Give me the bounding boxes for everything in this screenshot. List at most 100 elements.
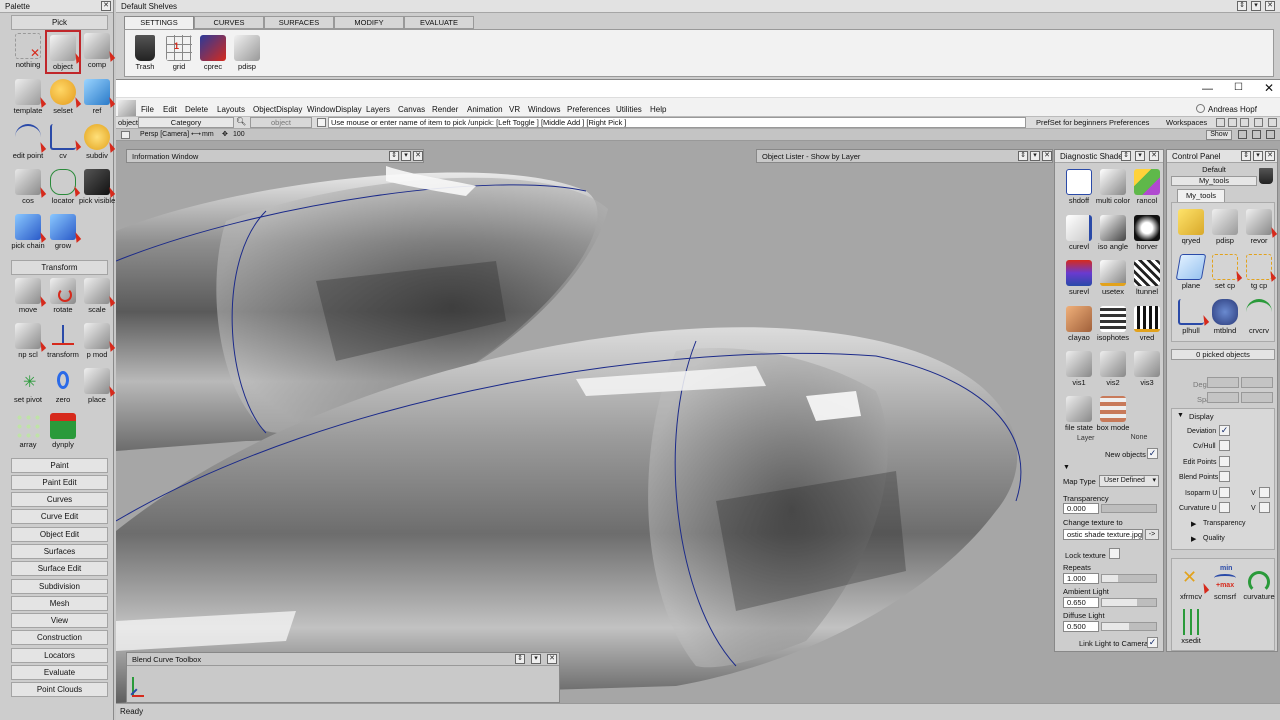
section-surfaces[interactable]: Surfaces	[11, 544, 108, 559]
shelf-trash[interactable]: Trash	[127, 32, 163, 76]
tool-cv[interactable]: cv	[45, 121, 82, 165]
ds-horver[interactable]: horver	[1129, 212, 1165, 256]
tool-nothing[interactable]: ✕ nothing	[10, 30, 46, 74]
menu-render[interactable]: Render	[432, 105, 458, 114]
section-view[interactable]: View	[11, 613, 108, 628]
ds-vis1[interactable]: vis1	[1061, 348, 1097, 392]
cp-trash-icon[interactable]	[1259, 168, 1273, 184]
ds-map-type-dropdown[interactable]: User Defined ▾	[1099, 475, 1159, 487]
cp-scmsrf[interactable]: min +max scmsrf	[1207, 562, 1243, 606]
menu-file[interactable]: File	[141, 105, 154, 114]
object-lister-window[interactable]: Object Lister - Show by Layer ⇕ ▾ ✕	[756, 149, 1053, 163]
ds-clayao[interactable]: clayao	[1061, 303, 1097, 347]
shelf-pdisp[interactable]: pdisp	[229, 32, 265, 76]
cp-blend-points-checkbox[interactable]	[1219, 471, 1230, 482]
tool-grow[interactable]: grow	[45, 211, 82, 255]
cp-close-icon[interactable]: ✕	[1265, 151, 1275, 161]
tool-scale[interactable]: scale	[79, 275, 116, 319]
ds-new-objects-checkbox[interactable]: ✓	[1147, 448, 1158, 459]
zoom-label[interactable]: 100	[233, 131, 245, 138]
menu-animation[interactable]: Animation	[467, 105, 503, 114]
tool-rotate[interactable]: rotate	[45, 275, 81, 319]
cp-preset-dropdown[interactable]: Default	[1171, 165, 1257, 175]
menu-utilities[interactable]: Utilities	[616, 105, 642, 114]
cp-curvature[interactable]: curvature	[1241, 562, 1277, 606]
tool-place[interactable]: place	[79, 365, 116, 409]
tool-np-scl[interactable]: np scl	[10, 320, 47, 364]
lister-dock-icon[interactable]: ⇕	[1018, 151, 1028, 161]
cp-spans-field-1[interactable]	[1207, 392, 1239, 403]
workspace-btn-4[interactable]	[1254, 118, 1263, 127]
ds-multi-color[interactable]: multi color	[1095, 166, 1131, 210]
ds-ltunnel[interactable]: ltunnel	[1129, 257, 1165, 301]
menu-layouts[interactable]: Layouts	[217, 105, 245, 114]
cp-plhull[interactable]: plhull	[1173, 296, 1210, 340]
tool-transform[interactable]: transform	[45, 320, 81, 364]
ds-box-mode[interactable]: box mode	[1095, 393, 1131, 437]
info-close-icon[interactable]: ✕	[413, 151, 423, 161]
shelf-cprec[interactable]: cprec	[195, 32, 231, 76]
menu-objectdisplay[interactable]: ObjectDisplay	[253, 105, 302, 114]
ds-texture-browse-button[interactable]: ->	[1145, 529, 1159, 540]
section-surface-edit[interactable]: Surface Edit	[11, 561, 108, 576]
ds-lock-texture-checkbox[interactable]	[1109, 548, 1120, 559]
cp-qryed[interactable]: qryed	[1173, 206, 1209, 250]
section-locators[interactable]: Locators	[11, 648, 108, 663]
cp-set-cp[interactable]: set cp	[1207, 251, 1243, 295]
ds-repeats-field[interactable]: 1.000	[1063, 573, 1099, 584]
blend-dock-icon[interactable]: ⇕	[515, 654, 525, 664]
info-menu-icon[interactable]: ▾	[401, 151, 411, 161]
tool-p-mod[interactable]: p mod	[79, 320, 116, 364]
tool-ref[interactable]: ref	[79, 76, 116, 120]
info-dock-icon[interactable]: ⇕	[389, 151, 399, 161]
information-window[interactable]: Information Window ⇕ ▾ ✕	[126, 149, 424, 163]
ds-iso-angle[interactable]: iso angle	[1095, 212, 1131, 256]
tool-pick-visible[interactable]: pick visible	[79, 166, 115, 210]
cp-isoparm-u-checkbox[interactable]	[1219, 487, 1230, 498]
ds-usetex[interactable]: usetex	[1095, 257, 1131, 301]
tool-zero[interactable]: zero	[45, 365, 81, 409]
shelf-grid[interactable]: 1 grid	[161, 32, 197, 76]
blend-menu-icon[interactable]: ▾	[531, 654, 541, 664]
view-btn-2[interactable]	[1252, 130, 1261, 139]
object-name-field[interactable]: object	[250, 117, 312, 128]
cp-picked-objects[interactable]: 0 picked objects	[1171, 349, 1275, 360]
section-point-clouds[interactable]: Point Clouds	[11, 682, 108, 697]
section-curve-edit[interactable]: Curve Edit	[11, 509, 108, 524]
tool-pick-chain[interactable]: pick chain	[10, 211, 47, 255]
ds-layer-value[interactable]: None	[1121, 434, 1157, 442]
tab-curves[interactable]: CURVES	[194, 16, 264, 29]
ds-file-state[interactable]: file state	[1061, 393, 1097, 437]
show-button[interactable]: Show	[1206, 130, 1232, 140]
tool-move[interactable]: move	[10, 275, 47, 319]
lister-menu-icon[interactable]: ▾	[1030, 151, 1040, 161]
section-object-edit[interactable]: Object Edit	[11, 527, 108, 542]
blend-close-icon[interactable]: ✕	[547, 654, 557, 664]
ds-dock-icon[interactable]: ⇕	[1121, 151, 1131, 161]
ds-transparency-field[interactable]: 0.000	[1063, 503, 1099, 514]
tool-array[interactable]: array	[10, 410, 46, 454]
cp-transparency-expand-icon[interactable]: ▶	[1191, 520, 1196, 528]
cp-deviation-checkbox[interactable]: ✓	[1219, 425, 1230, 436]
ds-texture-field[interactable]: ostic shade texture.jpg	[1063, 529, 1143, 540]
ds-surevl[interactable]: surevl	[1061, 257, 1097, 301]
cp-transparency-sub[interactable]: Transparency	[1203, 520, 1246, 527]
cp-curvature-u-checkbox[interactable]	[1219, 502, 1230, 513]
cp-revor[interactable]: revor	[1241, 206, 1278, 250]
workspace-btn-1[interactable]	[1216, 118, 1225, 127]
units-label[interactable]: mm	[202, 131, 214, 138]
prompt-line[interactable]: Use mouse or enter name of item to pick …	[328, 117, 1026, 128]
view-btn-3[interactable]	[1266, 130, 1275, 139]
tab-surfaces[interactable]: SURFACES	[264, 16, 334, 29]
lister-close-icon[interactable]: ✕	[1042, 151, 1052, 161]
maximize-icon[interactable]: ☐	[1234, 82, 1243, 93]
cp-quality-sub[interactable]: Quality	[1203, 535, 1225, 542]
tab-evaluate[interactable]: EVALUATE	[404, 16, 474, 29]
workspaces-dropdown[interactable]: Workspaces	[1166, 118, 1207, 127]
camera-label[interactable]: Persp [Camera]	[140, 131, 189, 138]
ds-isophotes[interactable]: isophotes	[1095, 303, 1131, 347]
cp-curvature-v-checkbox[interactable]	[1259, 502, 1270, 513]
cp-spans-field-2[interactable]	[1241, 392, 1273, 403]
blend-curve-toolbox[interactable]: Blend Curve Toolbox ⇕ ▾ ✕	[126, 652, 560, 703]
tab-modify[interactable]: MODIFY	[334, 16, 404, 29]
